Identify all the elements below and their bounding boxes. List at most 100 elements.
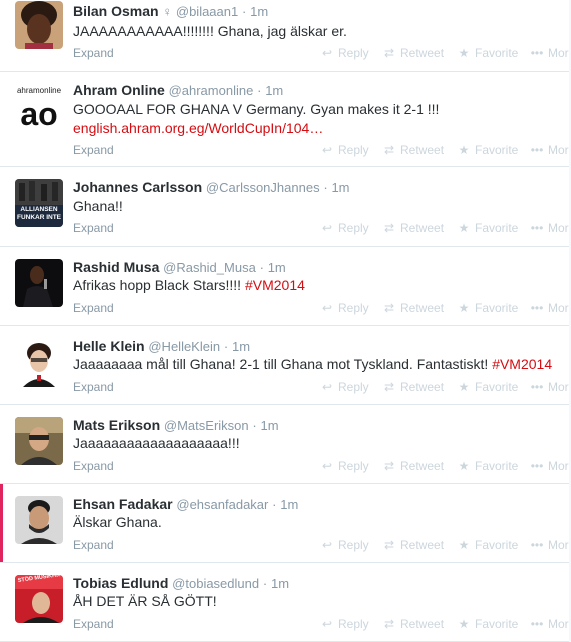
timestamp[interactable]: 1m bbox=[331, 180, 349, 195]
expand-link[interactable]: Expand bbox=[73, 617, 114, 631]
retweet-button[interactable]: ⇄ Retweet bbox=[382, 143, 444, 157]
reply-button[interactable]: ↩ Reply bbox=[320, 221, 369, 235]
user-name[interactable]: Rashid Musa bbox=[73, 259, 159, 275]
favorite-button[interactable]: ★ Favorite bbox=[457, 459, 519, 473]
timestamp[interactable]: 1m bbox=[280, 497, 298, 512]
expand-link[interactable]: Expand bbox=[73, 459, 114, 473]
tweet[interactable]: Mats Erikson @MatsErikson · 1m Jaaaaaaaa… bbox=[0, 405, 571, 484]
user-handle[interactable]: @MatsErikson bbox=[164, 418, 249, 433]
tweet[interactable]: STÖD MUSIKHJÄLPEN Tobias Edlund @tobiase… bbox=[0, 563, 571, 642]
user-name[interactable]: Mats Erikson bbox=[73, 417, 160, 433]
more-button[interactable]: •••More bbox=[530, 301, 571, 315]
retweet-button[interactable]: ⇄ Retweet bbox=[382, 459, 444, 473]
timestamp[interactable]: 1m bbox=[250, 4, 268, 19]
expand-link[interactable]: Expand bbox=[73, 143, 114, 157]
more-button[interactable]: •••More bbox=[530, 221, 571, 235]
user-handle[interactable]: @CarlssonJhannes bbox=[206, 180, 320, 195]
avatar[interactable] bbox=[15, 339, 63, 387]
tweet[interactable]: Rashid Musa @Rashid_Musa · 1m Afrikas ho… bbox=[0, 247, 571, 326]
retweet-button[interactable]: ⇄ Retweet bbox=[382, 221, 444, 235]
timestamp[interactable]: 1m bbox=[261, 418, 279, 433]
avatar[interactable]: ALLIANSEN FUNKAR INTE bbox=[15, 179, 63, 227]
timestamp[interactable]: 1m bbox=[271, 576, 289, 591]
more-button[interactable]: •••More bbox=[530, 46, 571, 60]
expand-link[interactable]: Expand bbox=[73, 221, 114, 235]
avatar[interactable]: ahramonline ao bbox=[15, 82, 63, 130]
reply-button[interactable]: ↩ Reply bbox=[320, 143, 369, 157]
hashtag-link[interactable]: #VM2014 bbox=[245, 277, 305, 293]
retweet-icon: ⇄ bbox=[383, 459, 395, 473]
tweet-body: GOOOAAL FOR GHANA V Germany. Gyan makes … bbox=[73, 101, 440, 117]
retweet-icon: ⇄ bbox=[383, 380, 395, 394]
expand-link[interactable]: Expand bbox=[73, 46, 114, 60]
user-handle[interactable]: @ehsanfadakar bbox=[176, 497, 268, 512]
tweet[interactable]: ahramonline ao Ahram Online @ahramonline… bbox=[0, 72, 571, 167]
reply-button[interactable]: ↩ Reply bbox=[320, 538, 369, 552]
retweet-icon: ⇄ bbox=[383, 221, 395, 235]
user-handle[interactable]: @ahramonline bbox=[169, 83, 254, 98]
tweet[interactable]: Ehsan Fadakar @ehsanfadakar · 1m Älskar … bbox=[0, 484, 571, 563]
tweet-text: Ghana!! bbox=[73, 198, 123, 214]
more-button[interactable]: •••More bbox=[530, 538, 571, 552]
tweet-header: Rashid Musa @Rashid_Musa · 1m bbox=[73, 259, 286, 275]
user-handle[interactable]: @bilaaan1 bbox=[176, 4, 238, 19]
more-button[interactable]: •••More bbox=[530, 617, 571, 631]
reply-button[interactable]: ↩ Reply bbox=[320, 46, 369, 60]
expand-link[interactable]: Expand bbox=[73, 538, 114, 552]
reply-icon: ↩ bbox=[321, 380, 333, 394]
favorite-button[interactable]: ★ Favorite bbox=[457, 143, 519, 157]
tweet[interactable]: ALLIANSEN FUNKAR INTE Johannes Carlsson … bbox=[0, 167, 571, 247]
favorite-button[interactable]: ★ Favorite bbox=[457, 301, 519, 315]
user-name[interactable]: Bilan Osman bbox=[73, 3, 159, 19]
tweet-link[interactable]: english.ahram.org.eg/WorldCupIn/104… bbox=[73, 120, 323, 136]
timestamp[interactable]: 1m bbox=[232, 339, 250, 354]
more-dots-icon: ••• bbox=[530, 538, 544, 552]
tweet[interactable]: Helle Klein @HelleKlein · 1m Jaaaaaaaa m… bbox=[0, 326, 571, 405]
reply-button[interactable]: ↩ Reply bbox=[320, 301, 369, 315]
reply-button[interactable]: ↩ Reply bbox=[320, 459, 369, 473]
favorite-button[interactable]: ★ Favorite bbox=[457, 617, 519, 631]
user-handle[interactable]: @Rashid_Musa bbox=[163, 260, 256, 275]
user-name[interactable]: Ahram Online bbox=[73, 82, 165, 98]
reply-icon: ↩ bbox=[321, 459, 333, 473]
tweet-body: Jaaaaaaaaaaaaaaaaaaa!!! bbox=[73, 435, 240, 451]
retweet-button[interactable]: ⇄ Retweet bbox=[382, 380, 444, 394]
user-name[interactable]: Tobias Edlund bbox=[73, 575, 168, 591]
retweet-button[interactable]: ⇄ Retweet bbox=[382, 301, 444, 315]
favorite-button[interactable]: ★ Favorite bbox=[457, 221, 519, 235]
avatar[interactable] bbox=[15, 259, 63, 307]
reply-button[interactable]: ↩ Reply bbox=[320, 380, 369, 394]
retweet-button[interactable]: ⇄ Retweet bbox=[382, 46, 444, 60]
timestamp[interactable]: 1m bbox=[268, 260, 286, 275]
user-name[interactable]: Ehsan Fadakar bbox=[73, 496, 173, 512]
favorite-button[interactable]: ★ Favorite bbox=[457, 538, 519, 552]
user-name[interactable]: Helle Klein bbox=[73, 338, 145, 354]
avatar[interactable]: STÖD MUSIKHJÄLPEN bbox=[15, 575, 63, 623]
more-button[interactable]: •••More bbox=[530, 459, 571, 473]
separator: · bbox=[223, 339, 229, 354]
more-dots-icon: ••• bbox=[530, 221, 544, 235]
tweet[interactable]: Bilan Osman ♀ @bilaaan1 · 1m JAAAAAAAAAA… bbox=[0, 0, 571, 72]
tweet-text: Jaaaaaaaaaaaaaaaaaaa!!! bbox=[73, 435, 240, 451]
hashtag-link[interactable]: #VM2014 bbox=[492, 356, 552, 372]
favorite-button[interactable]: ★ Favorite bbox=[457, 380, 519, 394]
user-handle[interactable]: @tobiasedlund bbox=[172, 576, 259, 591]
reply-button[interactable]: ↩ Reply bbox=[320, 617, 369, 631]
avatar[interactable] bbox=[15, 1, 63, 49]
tweet-body: Afrikas hopp Black Stars!!!! bbox=[73, 277, 245, 293]
more-button[interactable]: •••More bbox=[530, 380, 571, 394]
timestamp[interactable]: 1m bbox=[265, 83, 283, 98]
user-name[interactable]: Johannes Carlsson bbox=[73, 179, 202, 195]
user-handle[interactable]: @HelleKlein bbox=[148, 339, 220, 354]
avatar[interactable] bbox=[15, 496, 63, 544]
more-button[interactable]: •••More bbox=[530, 143, 571, 157]
expand-link[interactable]: Expand bbox=[73, 301, 114, 315]
expand-link[interactable]: Expand bbox=[73, 380, 114, 394]
star-icon: ★ bbox=[458, 380, 470, 394]
reply-icon: ↩ bbox=[321, 221, 333, 235]
retweet-button[interactable]: ⇄ Retweet bbox=[382, 538, 444, 552]
svg-text:ahramonline: ahramonline bbox=[17, 86, 62, 95]
avatar[interactable] bbox=[15, 417, 63, 465]
favorite-button[interactable]: ★ Favorite bbox=[457, 46, 519, 60]
retweet-button[interactable]: ⇄ Retweet bbox=[382, 617, 444, 631]
